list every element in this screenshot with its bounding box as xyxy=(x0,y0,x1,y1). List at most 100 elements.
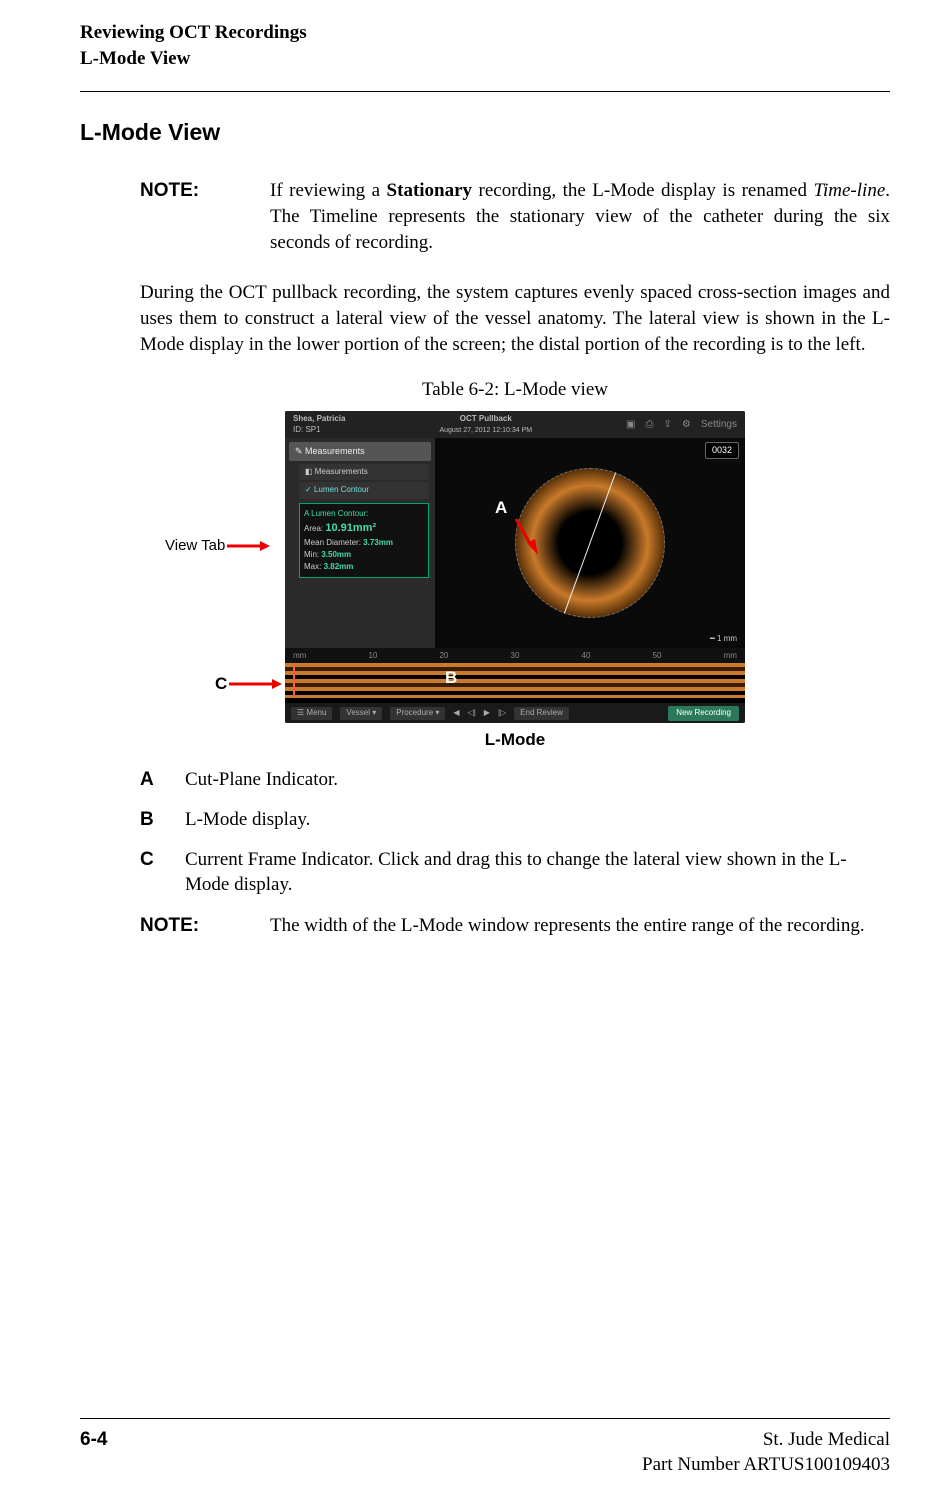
camera-icon[interactable]: ▣ xyxy=(626,418,635,432)
frame-indicator[interactable] xyxy=(293,663,295,697)
ruler-0: mm xyxy=(293,651,306,662)
section-heading: L-Mode View xyxy=(80,117,890,148)
callout-a-letter: A xyxy=(140,767,185,793)
date-line: August 27, 2012 12:10:34 PM xyxy=(439,427,532,434)
tab-measurements-label: Measurements xyxy=(305,446,365,456)
menu-label: Menu xyxy=(306,708,326,717)
vessel-dropdown[interactable]: Vessel ▾ xyxy=(340,707,382,720)
settings-label[interactable]: Settings xyxy=(701,418,737,432)
measure-val-3: 3.82mm xyxy=(324,562,354,571)
side-panel: ✎ Measurements ◧ Measurements ✓ Lumen Co… xyxy=(285,438,435,648)
note2-text: The width of the L-Mode window represent… xyxy=(270,913,865,939)
measure-label-2: Min: xyxy=(304,550,319,559)
measure-row-mean: Mean Diameter: 3.73mm xyxy=(304,537,424,549)
ruler-4: 40 xyxy=(582,651,591,662)
lmode-image xyxy=(285,663,745,698)
tab-measurements[interactable]: ✎ Measurements xyxy=(289,442,431,460)
footer-right: St. Jude Medical Part Number ARTUS100109… xyxy=(642,1427,890,1478)
running-header: Reviewing OCT Recordings L-Mode View xyxy=(80,20,890,71)
callout-b: B L-Mode display. xyxy=(140,807,890,833)
ruler-3: 30 xyxy=(511,651,520,662)
print-icon[interactable]: ⎙ xyxy=(646,418,654,432)
arrow-right-icon xyxy=(227,677,282,691)
callout-c: C Current Frame Indicator. Click and dra… xyxy=(140,847,890,898)
footer-rule xyxy=(80,1418,890,1419)
export-icon[interactable]: ⇪ xyxy=(664,418,672,432)
menu-button[interactable]: ☰ Menu xyxy=(291,707,332,720)
measure-row-min: Min: 3.50mm xyxy=(304,549,424,561)
patient-id: ID: SP1 xyxy=(293,425,321,434)
measure-title: A Lumen Contour: xyxy=(304,508,424,520)
note-label: NOTE: xyxy=(140,178,270,255)
measure-val-0: 10.91mm² xyxy=(325,522,376,534)
screenshot-header: Shea, Patricia ID: SP1 OCT Pullback Augu… xyxy=(285,411,745,439)
page-number: 6-4 xyxy=(80,1427,107,1478)
callout-list: A Cut-Plane Indicator. B L-Mode display.… xyxy=(140,767,890,898)
cross-section-view[interactable]: 0032 ━ 1 mm xyxy=(435,438,745,648)
subtab-lumen[interactable]: ✓ Lumen Contour xyxy=(299,482,429,499)
patient-name: Shea, Patricia xyxy=(293,414,345,423)
note1-pre: If reviewing a xyxy=(270,180,387,201)
settings-gear-icon[interactable]: ⚙ xyxy=(682,418,691,432)
procedure-dropdown[interactable]: Procedure ▾ xyxy=(390,707,445,720)
scale-text: 1 mm xyxy=(717,634,737,643)
scale-bar: ━ 1 mm xyxy=(710,634,737,645)
measure-row-max: Max: 3.82mm xyxy=(304,561,424,573)
table-caption: Table 6-2: L-Mode view xyxy=(140,377,890,403)
callout-a: A Cut-Plane Indicator. xyxy=(140,767,890,793)
ruler-5: 50 xyxy=(653,651,662,662)
annotation-c-letter: C xyxy=(215,673,227,696)
note-block-2: NOTE: The width of the L-Mode window rep… xyxy=(140,913,890,939)
callout-b-text: L-Mode display. xyxy=(185,807,310,833)
annotation-a-letter: A xyxy=(495,497,507,520)
ruler-1: 10 xyxy=(368,651,377,662)
header-line-1: Reviewing OCT Recordings xyxy=(80,20,890,46)
subtab-measurements[interactable]: ◧ Measurements xyxy=(299,464,429,481)
header-line-2: L-Mode View xyxy=(80,46,890,72)
header-rule xyxy=(80,91,890,92)
figure: View Tab C A B xyxy=(140,411,890,753)
page-footer: 6-4 St. Jude Medical Part Number ARTUS10… xyxy=(80,1418,890,1478)
arrow-right-icon xyxy=(225,539,270,553)
measure-val-1: 3.73mm xyxy=(363,538,393,547)
note1-italic: Time-line xyxy=(813,180,885,201)
measure-label-0: Area: xyxy=(304,524,323,533)
company-name: St. Jude Medical xyxy=(642,1427,890,1453)
annotation-b-letter: B xyxy=(445,667,457,690)
header-icons: ▣ ⎙ ⇪ ⚙ Settings xyxy=(626,418,737,432)
screenshot-title: OCT Pullback August 27, 2012 12:10:34 PM xyxy=(345,414,626,436)
step-fwd-icon[interactable]: |▷ xyxy=(498,708,506,719)
ruler-2: 20 xyxy=(439,651,448,662)
figure-caption: L-Mode xyxy=(485,729,545,752)
lmode-panel[interactable]: mm 10 20 30 40 50 mm xyxy=(285,648,745,703)
screenshot: A B Shea, Patricia ID: SP1 OCT Pullback … xyxy=(285,411,745,724)
new-recording-button[interactable]: New Recording xyxy=(668,706,739,721)
measure-row-area: Area: 10.91mm² xyxy=(304,520,424,537)
measure-panel: A Lumen Contour: Area: 10.91mm² Mean Dia… xyxy=(299,503,429,578)
screenshot-footer: ☰ Menu Vessel ▾ Procedure ▾ ◀ ◁| ▶ |▷ En… xyxy=(285,703,745,723)
annotation-view-tab-text: View Tab xyxy=(165,536,225,556)
note-text-1: If reviewing a Stationary recording, the… xyxy=(270,178,890,255)
ruler-6: mm xyxy=(724,651,737,662)
step-back-icon[interactable]: ◁| xyxy=(468,708,476,719)
end-review-button[interactable]: End Review xyxy=(514,707,569,720)
note1-mid: recording, the L-Mode display is renamed xyxy=(472,180,813,201)
note2-label: NOTE: xyxy=(140,913,270,939)
lmode-ruler: mm 10 20 30 40 50 mm xyxy=(285,649,745,663)
callout-a-text: Cut-Plane Indicator. xyxy=(185,767,338,793)
title-center: OCT Pullback xyxy=(460,414,512,423)
part-number: Part Number ARTUS100109403 xyxy=(642,1452,890,1478)
play-icon[interactable]: ▶ xyxy=(484,708,490,719)
cut-plane-line xyxy=(564,473,616,614)
annotation-c: C xyxy=(215,673,282,696)
note-block-1: NOTE: If reviewing a Stationary recordin… xyxy=(140,178,890,255)
note1-bold: Stationary xyxy=(387,180,473,201)
callout-c-letter: C xyxy=(140,847,185,898)
subtab-lumen-label: Lumen Contour xyxy=(314,485,369,494)
patient-block: Shea, Patricia ID: SP1 xyxy=(293,414,345,436)
prev-icon[interactable]: ◀ xyxy=(453,708,459,719)
footer-row: 6-4 St. Jude Medical Part Number ARTUS10… xyxy=(80,1427,890,1478)
frame-badge: 0032 xyxy=(705,442,739,458)
subtab-measurements-label: Measurements xyxy=(315,467,368,476)
body-paragraph: During the OCT pullback recording, the s… xyxy=(140,280,890,357)
